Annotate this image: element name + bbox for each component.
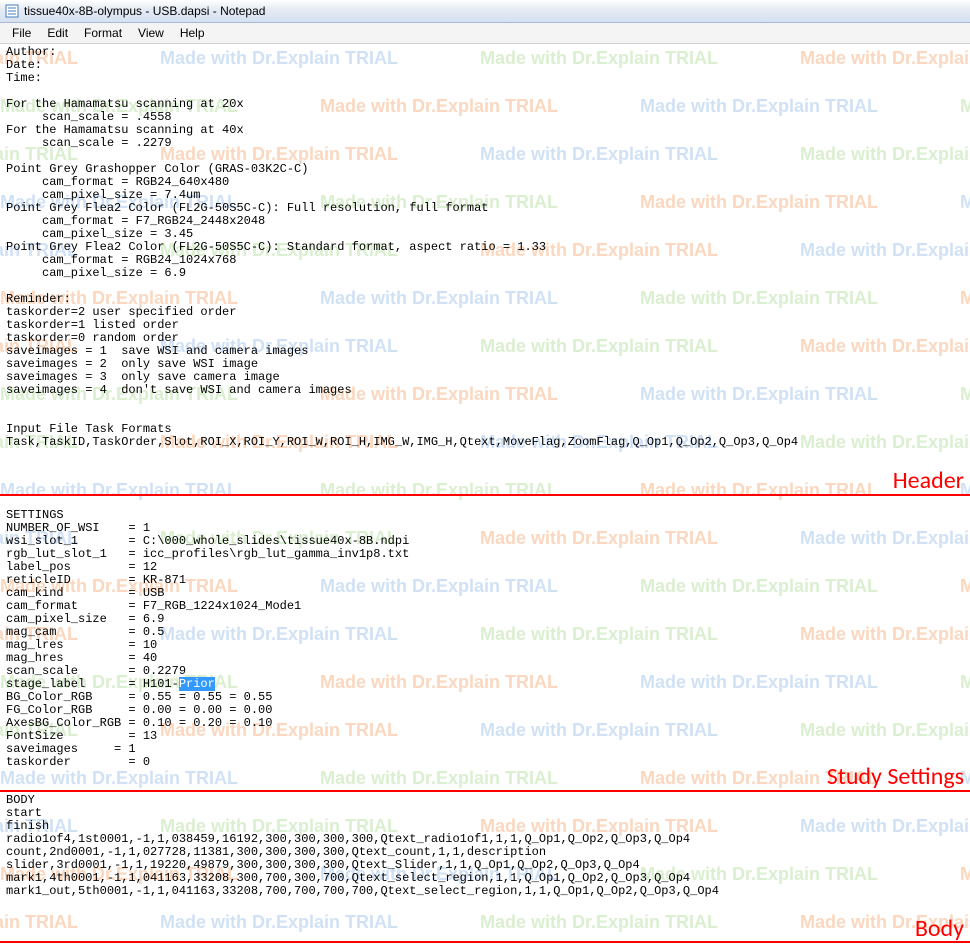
settings-content[interactable]: SETTINGS NUMBER_OF_WSI = 1 wsi_slot_1 = … <box>0 494 409 769</box>
watermark-text: Made with Dr.Explain TRIAL <box>960 672 970 693</box>
menu-format[interactable]: Format <box>76 24 130 42</box>
watermark-text: Made with Dr.Explain TRIAL <box>480 720 718 741</box>
header-label: Header <box>893 466 964 495</box>
menu-edit[interactable]: Edit <box>39 24 76 42</box>
watermark-text: Made with Dr.Explain TRIAL <box>480 528 718 549</box>
menu-file[interactable]: File <box>4 24 39 42</box>
watermark-text: Made with Dr.Explain TRIAL <box>640 480 878 501</box>
body-content[interactable]: BODY start finish radio1of4,1st0001,-1,1… <box>0 792 719 898</box>
watermark-text: Made with Dr.Explain TRIAL <box>800 720 970 741</box>
menu-bar: File Edit Format View Help <box>0 23 970 44</box>
watermark-text: Made with Dr.Explain TRIAL <box>960 576 970 597</box>
watermark-text: Made with Dr.Explain TRIAL <box>160 912 398 933</box>
watermark-text: Made with Dr.Explain TRIAL <box>800 816 970 837</box>
selected-text: Prior <box>179 677 215 691</box>
watermark-text: Made with Dr.Explain TRIAL <box>800 624 970 645</box>
window-title: tissue40x-8B-olympus - USB.dapsi - Notep… <box>24 4 265 18</box>
watermark-text: Made with Dr.Explain TRIAL <box>800 528 970 549</box>
header-text: Author: Date: Time: For the Hamamatsu sc… <box>6 45 798 449</box>
editor-content[interactable]: Author: Date: Time: For the Hamamatsu sc… <box>0 44 970 449</box>
watermark-text: Made with Dr.Explain TRIAL <box>640 672 878 693</box>
settings-text-post: BG_Color_RGB = 0.55 = 0.55 = 0.55 FG_Col… <box>6 690 272 769</box>
settings-label: Study Settings <box>827 762 964 791</box>
watermark-text: Made with Dr.Explain TRIAL <box>960 864 970 885</box>
watermark-text: Made with Dr.Explain TRIAL <box>0 912 78 933</box>
menu-help[interactable]: Help <box>172 24 213 42</box>
watermark-text: Made with Dr.Explain TRIAL <box>640 576 878 597</box>
watermark-text: Made with Dr.Explain TRIAL <box>480 624 718 645</box>
settings-text-pre: SETTINGS NUMBER_OF_WSI = 1 wsi_slot_1 = … <box>6 508 409 691</box>
body-text: BODY start finish radio1of4,1st0001,-1,1… <box>6 793 719 898</box>
window-titlebar: tissue40x-8B-olympus - USB.dapsi - Notep… <box>0 0 970 23</box>
notepad-icon <box>4 3 20 19</box>
body-label: Body <box>915 914 964 943</box>
body-divider <box>0 941 970 943</box>
watermark-text: Made with Dr.Explain TRIAL <box>0 768 238 789</box>
watermark-text: Made with Dr.Explain TRIAL <box>480 912 718 933</box>
menu-view[interactable]: View <box>130 24 172 42</box>
watermark-text: Made with Dr.Explain TRIAL <box>320 768 558 789</box>
